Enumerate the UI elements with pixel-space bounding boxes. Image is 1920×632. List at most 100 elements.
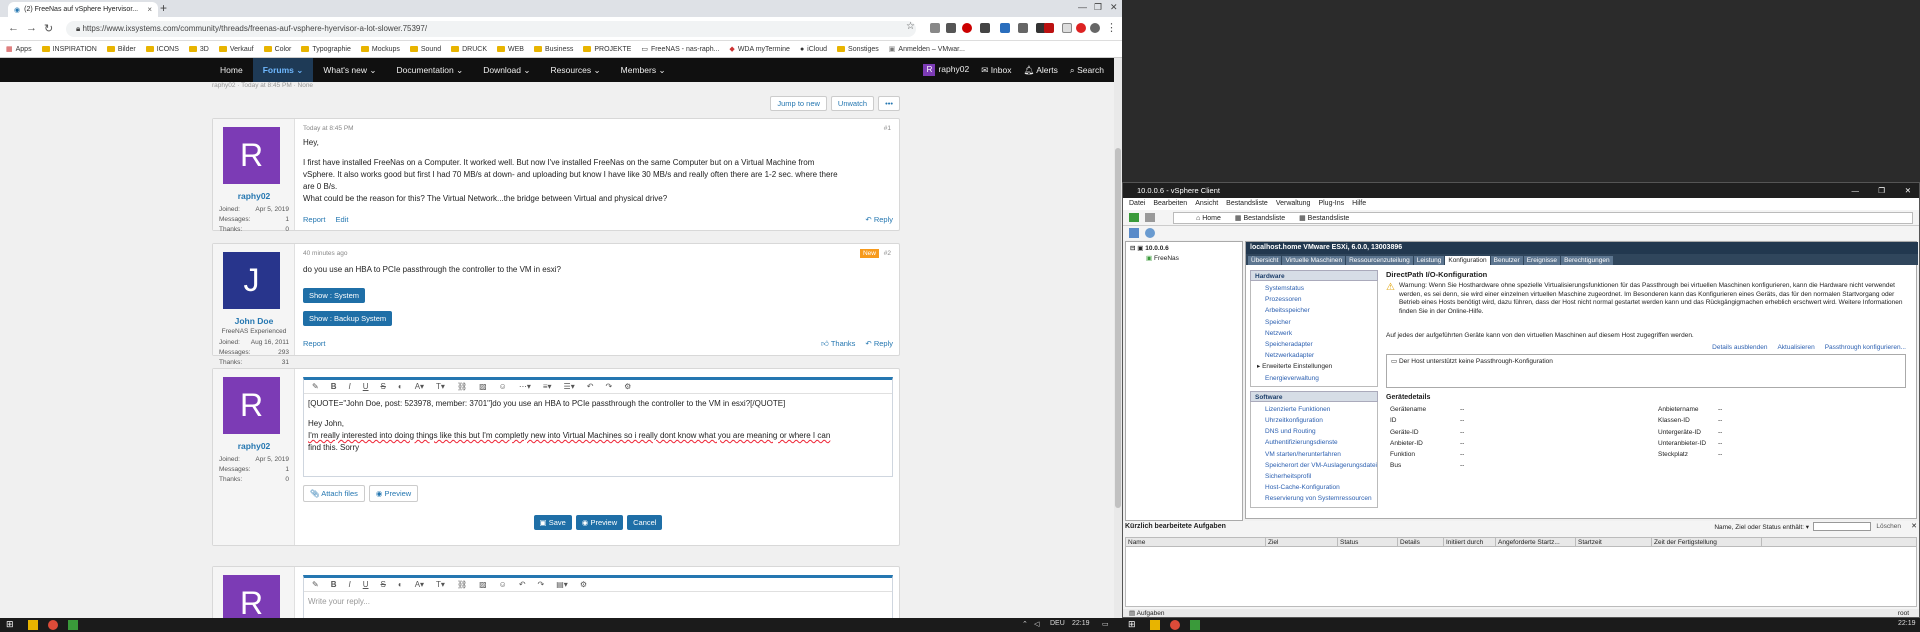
list-icon[interactable]: ☰▾ [564,382,575,391]
image-icon[interactable]: ▨ [479,580,487,589]
col-ziel[interactable]: Ziel [1266,538,1338,546]
menu-verwaltung[interactable]: Verwaltung [1276,198,1311,210]
extension-icon[interactable] [1018,23,1028,33]
eraser-icon[interactable]: ✎ [312,580,319,589]
windows-start-icon[interactable]: ⊞ [6,619,16,629]
edit-link[interactable]: Edit [336,215,349,224]
vsphere-client-icon[interactable] [68,620,78,630]
post-number[interactable]: #2 [884,250,891,257]
page-scrollbar[interactable] [1114,58,1122,618]
nav-whats-new[interactable]: What's new ⌄ [313,58,386,82]
bookmark-folder[interactable]: Color [263,46,291,53]
filter-input[interactable] [1813,522,1871,531]
bookmark-page[interactable]: ▭ FreeNAS - nas-raph... [641,45,719,54]
menu-bestandsliste[interactable]: Bestandsliste [1226,198,1268,210]
config-link[interactable]: DNS und Routing [1251,426,1377,437]
bookmark-folder[interactable]: Business [533,46,573,53]
text-size-icon[interactable]: T▾ [436,580,445,589]
config-link[interactable]: Speicherort der VM-Auslagerungsdatei [1251,460,1377,471]
more-options-button[interactable]: ••• [878,96,900,111]
reply-link[interactable]: ↶ Reply [865,215,893,224]
show-system-button[interactable]: Show : System [303,288,366,303]
preview-button[interactable]: ◉ Preview [575,515,624,530]
bold-icon[interactable]: B [331,382,337,391]
file-explorer-icon[interactable] [1150,620,1160,630]
crumb-home[interactable]: ⌂ Home [1196,213,1221,223]
tab-uebersicht[interactable]: Übersicht [1248,256,1282,265]
browser-tab[interactable]: ◉ (2) FreeNas auf vSphere Hyervisor... × [8,2,158,17]
cancel-button[interactable]: Cancel [627,515,663,530]
align-icon[interactable]: ≡▾ [543,382,552,391]
crumb-inventory[interactable]: ▦ Bestandsliste [1299,213,1349,223]
post-number[interactable]: #1 [884,125,891,132]
bookmark-folder[interactable]: Verkauf [218,46,254,53]
tab-benutzer[interactable]: Benutzer [1490,256,1523,265]
minimize-icon[interactable]: — [1852,183,1860,198]
close-window-icon[interactable]: ✕ [1110,2,1118,13]
bold-icon[interactable]: B [331,580,337,589]
more-insert-icon[interactable]: ⋯▾ [519,382,531,391]
more-insert-icon[interactable]: ▤▾ [556,580,568,589]
pinterest-icon[interactable] [1076,23,1086,33]
new-vm-icon[interactable] [1145,228,1155,238]
post-time[interactable]: Today at 8:45 PM [303,125,354,132]
bookmark-folder[interactable]: INSPIRATION [41,46,97,53]
config-link-expandable[interactable]: ▸ Erweiterte Einstellungen [1251,361,1377,372]
jump-to-new-button[interactable]: Jump to new [770,96,827,111]
preview-toggle-button[interactable]: ◉ Preview [368,485,419,502]
menu-bearbeiten[interactable]: Bearbeiten [1153,198,1187,210]
col-fertigstellung[interactable]: Zeit der Fertigstellung [1652,538,1762,546]
bookmark-folder[interactable]: Sound [409,46,441,53]
thanks-link[interactable]: 👍︎ Thanks [821,339,855,349]
italic-icon[interactable]: I [348,382,350,391]
underline-icon[interactable]: U [363,580,369,589]
extension-icon[interactable] [980,23,990,33]
reply-editor[interactable]: ✎ B I U S ◐ A▾ T▾ ⛓ ▨ ☺ ↶ ↷ ▤▾ ⚙ Write y… [303,575,893,618]
settings-icon[interactable]: ⚙ [624,382,631,391]
extension-icon[interactable] [1062,23,1072,33]
save-button[interactable]: ▣ Save [533,515,572,530]
bookmark-folder[interactable]: ICONS [145,46,179,53]
bookmark-folder[interactable]: 3D [188,46,209,53]
extension-icon[interactable] [1000,23,1010,33]
bookmark-page[interactable]: ▣ Anmelden – VMwar... [889,45,965,54]
tab-berechtigungen[interactable]: Berechtigungen [1561,256,1613,265]
config-link[interactable]: Authentifizierungsdienste [1251,437,1377,448]
link-icon[interactable]: ⛓ [457,580,467,589]
add-host-icon[interactable] [1129,228,1139,238]
bookmark-folder[interactable]: Sonstiges [837,46,879,53]
clear-button[interactable]: Löschen [1876,523,1901,530]
bookmark-apps[interactable]: ▦ Apps [6,45,32,54]
italic-icon[interactable]: I [348,580,350,589]
forward-icon[interactable]: → [26,22,37,34]
tab-konfiguration[interactable]: Konfiguration [1445,256,1490,265]
bookmark-folder[interactable]: Typographie [301,46,351,53]
config-link[interactable]: Uhrzeitkonfiguration [1251,415,1377,426]
extension-icon[interactable] [930,23,940,33]
clock[interactable]: 22:19 [1072,620,1090,627]
strikethrough-icon[interactable]: S [381,382,386,391]
avatar[interactable]: R [223,127,280,184]
config-link[interactable]: Prozessoren [1251,294,1377,305]
bookmark-page[interactable]: ● iCloud [800,46,827,53]
reply-link[interactable]: ↶ Reply [865,339,893,349]
extension-icon[interactable] [946,23,956,33]
attach-files-button[interactable]: 📎︎ Attach files [303,485,365,502]
reload-icon[interactable]: ↻ [44,22,53,35]
file-explorer-icon[interactable] [28,620,38,630]
nav-user[interactable]: Rraphy02 [923,64,969,76]
tasks-tab[interactable]: ▤ Aufgaben [1129,610,1164,617]
config-link[interactable]: VM starten/herunterfahren [1251,449,1377,460]
config-link[interactable]: Systemstatus [1251,283,1377,294]
config-link[interactable]: Arbeitsspeicher [1251,305,1377,316]
notifications-icon[interactable]: ▭ [1102,620,1109,628]
tab-leistung[interactable]: Leistung [1413,256,1445,265]
menu-hilfe[interactable]: Hilfe [1352,198,1366,210]
avatar[interactable]: J [223,252,280,309]
username[interactable]: John Doe [213,316,295,326]
star-icon[interactable]: ☆ [906,21,915,32]
show-backup-system-button[interactable]: Show : Backup System [303,311,393,326]
tray-chevron-icon[interactable]: ⌃ [1022,620,1028,628]
image-icon[interactable]: ▨ [479,382,487,391]
tab-ressourcenzuteilung[interactable]: Ressourcenzuteilung [1346,256,1413,265]
